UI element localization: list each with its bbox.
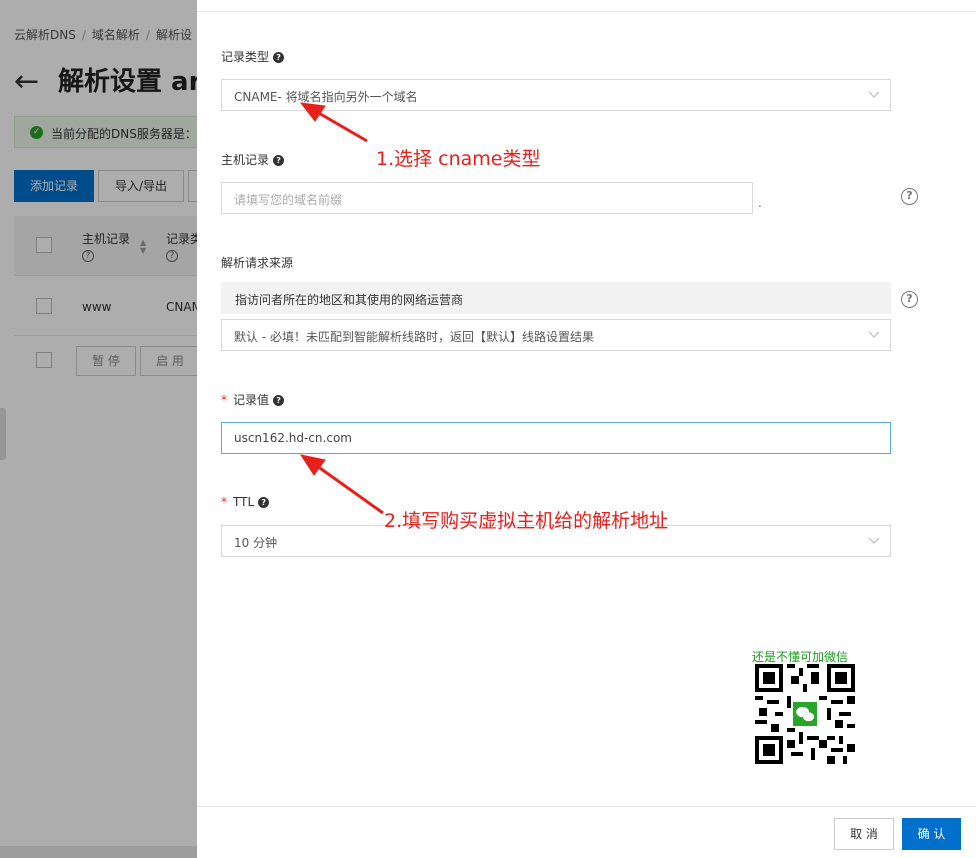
annotation-step1: 1.选择 cname类型 (376, 148, 541, 170)
record-value-text: uscn162.hd-cn.com (234, 431, 352, 445)
request-source-label: 解析请求来源 (221, 256, 294, 270)
chevron-down-icon (868, 331, 880, 338)
host-record-placeholder: 请填写您的域名前缀 (234, 193, 343, 207)
help-icon[interactable]: ? (273, 52, 285, 63)
request-source-select[interactable]: 默认 - 必填！未匹配到智能解析线路时，返回【默认】线路设置结果 (221, 319, 891, 351)
record-type-value: CNAME- 将域名指向另外一个域名 (234, 90, 418, 104)
arrow-step2 (299, 454, 384, 515)
record-edit-panel: 记录类型? CNAME- 将域名指向另外一个域名 主机记录? 请填写您的域名前缀… (197, 0, 976, 858)
record-type-select[interactable]: CNAME- 将域名指向另外一个域名 (221, 79, 891, 111)
confirm-button[interactable]: 确 认 (902, 818, 961, 850)
record-value-label: * 记录值? (221, 391, 285, 408)
record-value-input[interactable]: uscn162.hd-cn.com (221, 422, 891, 454)
help-icon[interactable]: ? (273, 155, 285, 166)
question-circle-icon[interactable]: ? (901, 291, 918, 308)
chevron-down-icon (868, 91, 880, 98)
help-icon[interactable]: ? (273, 395, 285, 406)
request-source-hint: 指访问者所在的地区和其使用的网络运营商 (221, 282, 891, 314)
annotation-step2: 2.填写购买虚拟主机给的解析地址 (384, 510, 669, 532)
qr-caption: 还是不懂可加微信 (752, 650, 849, 664)
domain-suffix: . (758, 196, 762, 210)
host-record-input[interactable]: 请填写您的域名前缀 (221, 182, 753, 214)
required-mark: * (221, 495, 227, 509)
wechat-qr-code (755, 664, 855, 764)
divider (197, 11, 976, 12)
chevron-down-icon (868, 537, 880, 544)
panel-footer: 取 消 确 认 (197, 806, 976, 858)
ttl-value: 10 分钟 (234, 536, 278, 550)
modal-mask[interactable] (0, 0, 197, 858)
ttl-label: * TTL? (221, 495, 270, 509)
request-source-value: 默认 - 必填！未匹配到智能解析线路时，返回【默认】线路设置结果 (234, 330, 594, 344)
required-mark: * (221, 393, 227, 407)
help-icon[interactable]: ? (258, 497, 270, 508)
record-type-label: 记录类型? (221, 48, 285, 65)
question-circle-icon[interactable]: ? (901, 188, 918, 205)
host-record-label: 主机记录? (221, 151, 285, 168)
cancel-button[interactable]: 取 消 (834, 818, 894, 850)
